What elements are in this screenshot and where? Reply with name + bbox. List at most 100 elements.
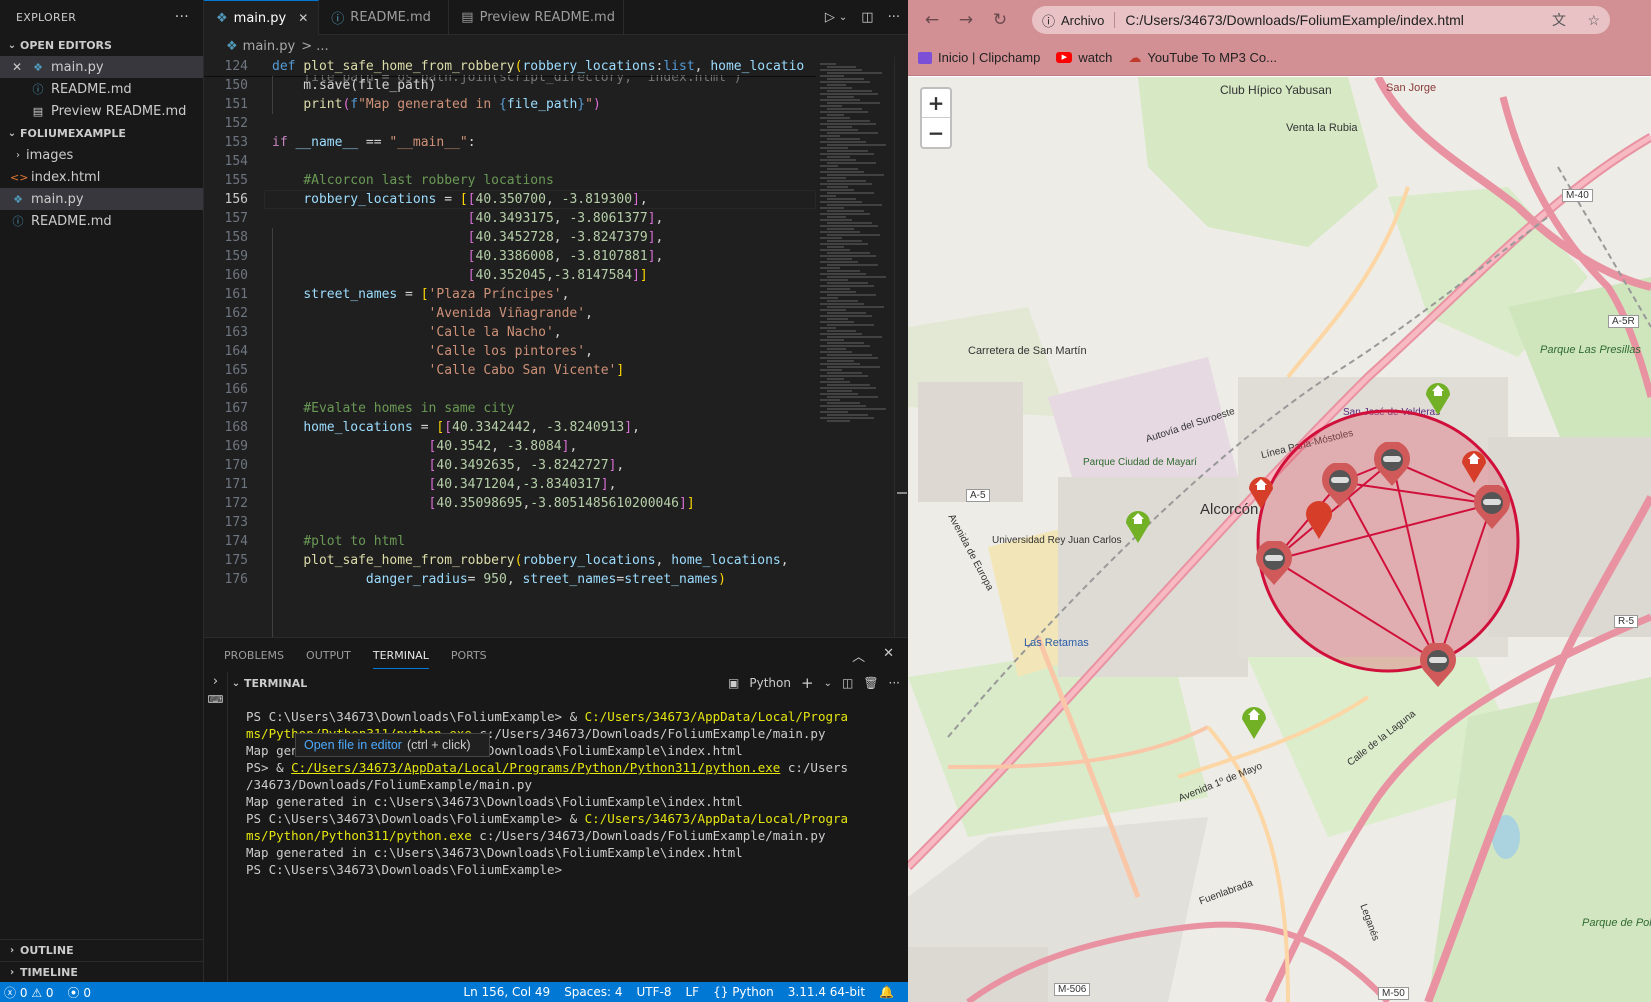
more-actions-icon[interactable]: ··· xyxy=(889,676,900,690)
bookmark-youtube-mp3[interactable]: ☁ YouTube To MP3 Co... xyxy=(1128,50,1277,66)
editor-scrollbar[interactable] xyxy=(894,57,908,637)
run-icon[interactable]: ▷ xyxy=(825,10,835,25)
line-number: 164 xyxy=(224,344,248,359)
tree-item-main-py[interactable]: ❖ main.py xyxy=(0,188,203,210)
security-label[interactable]: Archivo xyxy=(1061,13,1104,28)
split-editor-icon[interactable]: ◫ xyxy=(861,10,873,25)
line-number: 154 xyxy=(224,154,248,169)
language-mode[interactable]: {} Python xyxy=(713,985,774,999)
terminal-icon[interactable]: ⌨ xyxy=(204,693,227,706)
star-icon[interactable]: ☆ xyxy=(1587,12,1600,29)
close-panel-icon[interactable]: ✕ xyxy=(883,646,894,665)
line-number: 158 xyxy=(224,230,248,245)
bookmarks-bar: Inicio | Clipchamp ▶ watch ☁ YouTube To MP… xyxy=(908,40,1651,76)
open-editor-main-py[interactable]: ✕ ❖ main.py xyxy=(0,56,203,78)
cursor-position[interactable]: Ln 156, Col 49 xyxy=(463,985,550,999)
line-number: 157 xyxy=(224,211,248,226)
chevron-right-icon: › xyxy=(9,967,15,978)
end-of-line[interactable]: LF xyxy=(685,985,699,999)
interpreter-version[interactable]: 3.11.4 64-bit xyxy=(788,985,865,999)
chevron-down-icon[interactable]: ⌄ xyxy=(824,678,832,689)
robbery-marker[interactable] xyxy=(1472,483,1512,529)
safe-home-marker[interactable] xyxy=(1124,503,1152,543)
safe-home-marker[interactable] xyxy=(1240,699,1268,739)
chevron-down-icon[interactable]: ⌄ xyxy=(839,12,847,23)
tree-item-readme[interactable]: ⓘ README.md xyxy=(0,210,203,232)
problems-status[interactable]: ⓧ 0 ⚠ 0 xyxy=(4,984,54,1001)
maximize-panel-icon[interactable]: ︿ xyxy=(852,646,865,665)
line-number: 176 xyxy=(224,572,248,587)
bookmark-watch[interactable]: ▶ watch xyxy=(1056,50,1112,65)
encoding[interactable]: UTF-8 xyxy=(637,985,672,999)
tab-readme[interactable]: ⓘ README.md xyxy=(319,0,450,35)
shell-name[interactable]: Python xyxy=(749,676,791,690)
url-text[interactable]: C:/Users/34673/Downloads/FoliumExample/i… xyxy=(1125,12,1463,28)
danger-overlay xyxy=(1256,409,1520,673)
open-editors-section[interactable]: ⌄ OPEN EDITORS xyxy=(0,34,203,56)
preview-icon: ▤ xyxy=(461,10,474,25)
robbery-marker[interactable] xyxy=(1418,641,1458,687)
folium-map[interactable]: + − Club Hípico Yabusan Venta la Rubia S… xyxy=(908,77,1651,1002)
terminal-line: Map generated in c:\Users\34673\Download… xyxy=(246,845,743,860)
tab-terminal[interactable]: TERMINAL xyxy=(372,649,429,669)
translate-icon[interactable]: 文 xyxy=(1552,10,1566,30)
vscode-window: EXPLORER ··· ⌄ OPEN EDITORS ✕ ❖ main.py ⓘ RE… xyxy=(0,0,908,1002)
tab-main-py[interactable]: ❖ main.py ✕ xyxy=(204,0,320,35)
bookmark-clipchamp[interactable]: Inicio | Clipchamp xyxy=(918,50,1040,65)
robbery-marker[interactable] xyxy=(1254,539,1294,585)
ports-status[interactable]: ⦿ 0 xyxy=(68,984,91,1001)
open-file-link[interactable]: Open file in editor xyxy=(304,738,402,752)
reload-icon[interactable]: ↻ xyxy=(990,10,1010,30)
breadcrumb-file[interactable]: main.py xyxy=(243,39,296,54)
explorer-sidebar: EXPLORER ··· ⌄ OPEN EDITORS ✕ ❖ main.py ⓘ RE… xyxy=(0,0,204,982)
chevron-right-icon[interactable]: › xyxy=(204,674,227,689)
outline-section[interactable]: › OUTLINE xyxy=(0,939,204,961)
editor-tabs: ❖ main.py ✕ ⓘ README.md ▤ Preview README.md … xyxy=(204,0,908,35)
address-bar[interactable]: ⓘ Archivo C:/Users/34673/Downloads/Foliu… xyxy=(1032,6,1610,34)
close-icon[interactable]: ✕ xyxy=(298,11,308,25)
tab-output[interactable]: OUTPUT xyxy=(306,649,351,662)
browser-window: ← → ↻ ⓘ Archivo C:/Users/34673/Downloads… xyxy=(908,0,1651,1002)
back-icon[interactable]: ← xyxy=(922,10,942,30)
robbery-marker[interactable] xyxy=(1372,440,1412,486)
split-terminal-icon[interactable]: ◫ xyxy=(842,676,853,690)
open-editor-preview-readme[interactable]: ▤ Preview README.md xyxy=(0,100,203,122)
tree-item-index-html[interactable]: <> index.html xyxy=(0,166,203,188)
line-number: 165 xyxy=(224,363,248,378)
browser-toolbar: ← → ↻ ⓘ Archivo C:/Users/34673/Downloads… xyxy=(908,0,1651,40)
indentation[interactable]: Spaces: 4 xyxy=(564,985,622,999)
terminal-line: ms/Python/Python311/python.exe c:/Users/… xyxy=(246,828,826,843)
link-tooltip: Open file in editor (ctrl + click) xyxy=(295,733,490,757)
new-terminal-icon[interactable]: + xyxy=(801,674,814,692)
chevron-down-icon: ⌄ xyxy=(7,127,17,139)
tab-preview-readme[interactable]: ▤ Preview README.md xyxy=(449,0,625,35)
trash-icon[interactable]: 🗑 xyxy=(863,676,878,690)
preview-icon: ▤ xyxy=(32,104,44,118)
tab-problems[interactable]: PROBLEMS xyxy=(224,649,284,662)
more-actions-icon[interactable]: ··· xyxy=(175,9,189,25)
clipchamp-icon xyxy=(918,51,932,64)
breadcrumb: ❖ main.py > ... xyxy=(204,35,908,57)
tree-item-images[interactable]: › images xyxy=(0,144,203,166)
chevron-down-icon[interactable]: ⌄ xyxy=(228,678,244,689)
minimap[interactable] xyxy=(816,57,894,637)
bottom-panel: PROBLEMS OUTPUT TERMINAL PORTS ︿ ✕ › ⌨ ⌄… xyxy=(204,637,908,983)
python-file-icon: ❖ xyxy=(226,38,238,54)
safe-home-marker[interactable] xyxy=(1424,375,1452,415)
open-editor-readme[interactable]: ⓘ README.md xyxy=(0,78,203,100)
folder-section[interactable]: ⌄ FOLIUMEXAMPLE xyxy=(0,122,203,144)
center-marker[interactable] xyxy=(1304,497,1334,539)
code-editor[interactable]: 124 def plot_safe_home_from_robbery(robb… xyxy=(204,57,816,637)
danger-home-marker[interactable] xyxy=(1247,469,1275,509)
line-number: 167 xyxy=(224,401,248,416)
tab-ports[interactable]: PORTS xyxy=(451,649,487,662)
bell-icon[interactable]: 🔔 xyxy=(879,985,894,999)
more-actions-icon[interactable]: ··· xyxy=(888,10,900,25)
timeline-section[interactable]: › TIMELINE xyxy=(0,961,204,983)
forward-icon[interactable]: → xyxy=(956,10,976,30)
danger-home-marker[interactable] xyxy=(1460,443,1488,483)
info-icon[interactable]: ⓘ xyxy=(1042,11,1055,30)
close-icon[interactable]: ✕ xyxy=(0,60,22,74)
line-number: 171 xyxy=(224,477,248,492)
breadcrumb-rest[interactable]: > ... xyxy=(301,39,328,54)
